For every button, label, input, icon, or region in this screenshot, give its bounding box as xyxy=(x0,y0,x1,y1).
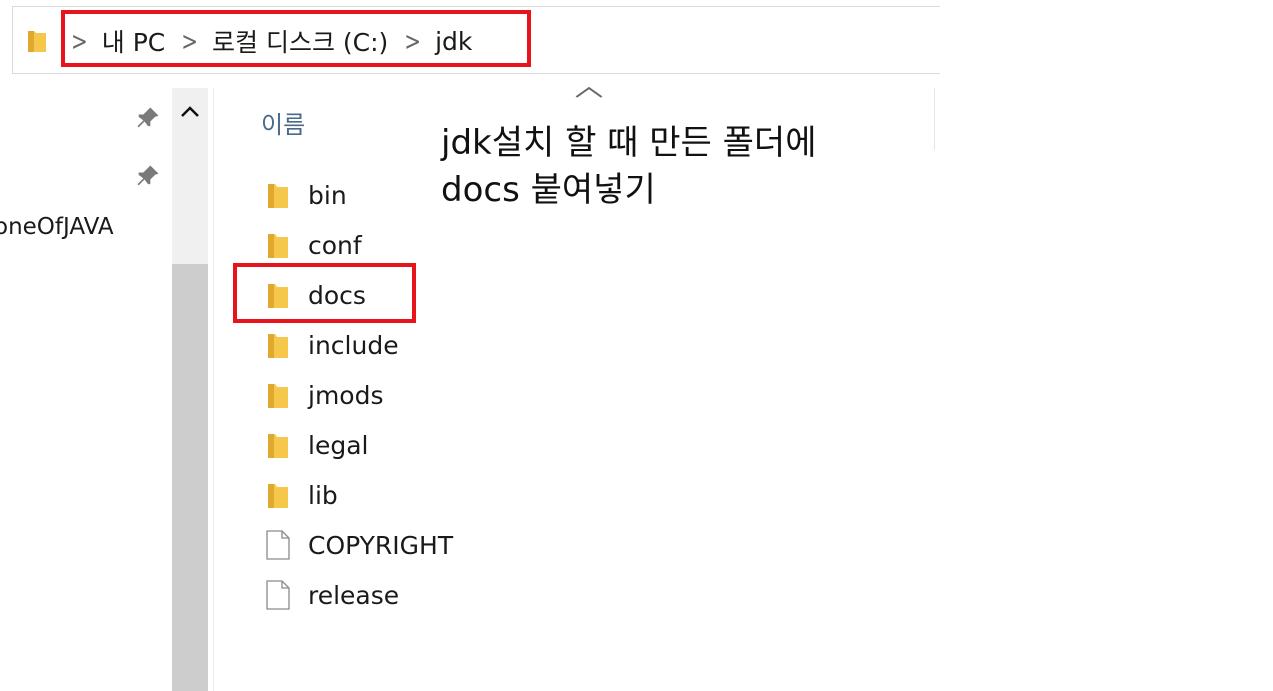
file-name: include xyxy=(308,330,399,360)
file-icon xyxy=(266,580,290,610)
pin-icon[interactable] xyxy=(134,162,162,190)
annotation-line-1: jdk설치 할 때 만든 폴더에 xyxy=(441,123,817,163)
file-list-item[interactable]: include xyxy=(264,325,399,365)
file-list-item[interactable]: COPYRIGHT xyxy=(264,525,453,565)
file-name: conf xyxy=(308,230,362,260)
annotation-text: jdk설치 할 때 만든 폴더에 docs 붙여넣기 xyxy=(441,120,816,214)
file-name: jmods xyxy=(308,380,384,410)
column-divider[interactable] xyxy=(934,88,935,150)
navigation-pane: oneOfJAVA xyxy=(0,76,172,691)
file-list-item[interactable]: release xyxy=(264,575,399,615)
file-name: legal xyxy=(308,430,369,460)
column-header-name[interactable]: 이름 xyxy=(261,105,305,140)
scroll-up-button[interactable] xyxy=(172,88,208,132)
file-list-item[interactable]: jmods xyxy=(264,375,384,415)
pin-icon[interactable] xyxy=(134,104,162,132)
folder-icon xyxy=(268,334,288,358)
file-name: bin xyxy=(308,180,347,210)
folder-icon xyxy=(268,484,288,508)
folder-icon xyxy=(268,434,288,458)
folder-icon xyxy=(268,384,288,408)
annotation-line-2: docs 붙여넣기 xyxy=(441,170,656,210)
chevron-up-icon xyxy=(181,106,199,117)
pane-divider[interactable] xyxy=(213,88,214,691)
nav-item-oneofjava[interactable]: oneOfJAVA xyxy=(0,214,114,240)
file-icon xyxy=(266,530,290,560)
docs-highlight-box xyxy=(233,263,416,323)
file-name: COPYRIGHT xyxy=(308,530,454,560)
file-list-item[interactable]: lib xyxy=(264,475,338,515)
folder-icon xyxy=(268,184,288,208)
file-list-item[interactable]: legal xyxy=(264,425,368,465)
file-name: lib xyxy=(308,480,338,510)
address-highlight-box xyxy=(61,10,531,67)
sort-chevron-icon xyxy=(574,80,605,105)
file-list-item[interactable]: conf xyxy=(264,225,362,265)
scrollbar-thumb[interactable] xyxy=(172,264,208,691)
folder-icon xyxy=(28,31,46,52)
folder-icon xyxy=(268,234,288,258)
file-list-item[interactable]: bin xyxy=(264,175,347,215)
file-name: release xyxy=(308,580,400,610)
